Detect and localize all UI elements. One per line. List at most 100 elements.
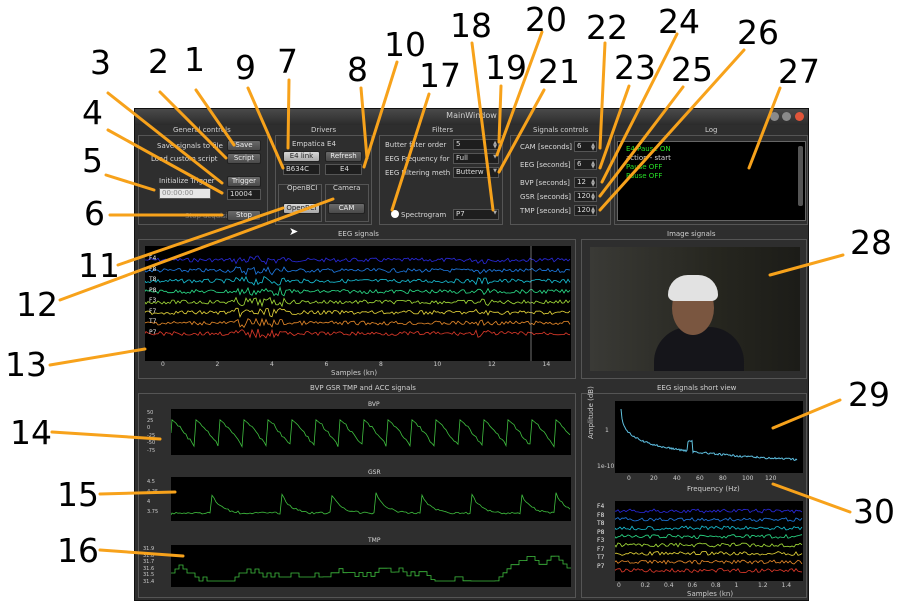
order-select[interactable]: 5 ▲ ▼ xyxy=(453,139,499,150)
save-label: Save signals to file xyxy=(157,142,223,150)
openbci-button[interactable]: OpenBCI xyxy=(283,203,320,214)
channel-select[interactable]: P7 ▼ xyxy=(453,209,499,220)
annotation-8: 8 xyxy=(347,50,368,89)
eeg-channel-label: T7 xyxy=(149,318,157,325)
tmp-seconds-label: TMP [seconds] xyxy=(520,207,571,215)
order-value: 5 xyxy=(456,140,461,148)
title-bar: MainWindow xyxy=(135,109,808,125)
minimize-icon[interactable] xyxy=(770,112,779,121)
tmp-plot[interactable] xyxy=(171,545,572,587)
eeg-x-tick: 10 xyxy=(433,361,442,368)
script-button[interactable]: Script xyxy=(227,153,261,164)
mouse-cursor-icon: ➤ xyxy=(289,225,299,238)
cam-seconds-label: CAM [seconds] xyxy=(520,143,573,151)
short-eeg-x-tick: 0.4 xyxy=(664,582,674,589)
bvp-y-tick: 0 xyxy=(147,425,151,431)
camera-label: Camera xyxy=(333,184,361,192)
short-eeg-x-tick: 0.8 xyxy=(711,582,721,589)
eeg-headset xyxy=(668,275,718,301)
tmp-seconds-input[interactable]: 120 ▲ ▼ xyxy=(574,205,597,216)
gsr-y-tick: 4 xyxy=(147,499,151,505)
gsr-seconds-input[interactable]: 120 ▲ ▼ xyxy=(574,191,597,202)
gsr-seconds-value: 120 xyxy=(577,192,591,200)
short-view-title: EEG signals short view xyxy=(657,384,737,392)
bvp-seconds-input[interactable]: 12 ▲ ▼ xyxy=(574,177,597,188)
tmp-y-tick: 31.6 xyxy=(143,565,155,572)
short-eeg-plot[interactable] xyxy=(614,501,803,581)
spectrogram-radio[interactable] xyxy=(391,210,399,218)
maximize-icon[interactable] xyxy=(782,112,791,121)
trigger-button[interactable]: Trigger xyxy=(227,176,261,187)
short-eeg-x-tick: 0.2 xyxy=(640,582,651,589)
cam-button[interactable]: CAM xyxy=(328,203,365,214)
annotation-28: 28 xyxy=(850,223,892,262)
eeg-traces xyxy=(144,246,571,361)
short-eeg-traces xyxy=(614,508,803,573)
stop-button[interactable]: Stop xyxy=(227,210,261,221)
script-label: Load custom script xyxy=(151,155,218,163)
gsr-y-tick: 4.25 xyxy=(147,489,159,495)
gsr-seconds-label: GSR [seconds] xyxy=(520,193,572,201)
trigger-time-input[interactable]: 00:00:00 xyxy=(159,188,211,199)
device-select[interactable]: B634C xyxy=(283,164,320,175)
eeg-x-tick: 6 xyxy=(324,361,329,368)
annotation-6: 6 xyxy=(84,194,105,233)
short-eeg-channel-label: F3 xyxy=(597,537,605,544)
spectrum-trace xyxy=(620,408,798,461)
short-eeg-channel-label: F7 xyxy=(597,545,605,553)
save-button[interactable]: Save xyxy=(227,140,261,151)
refresh-button[interactable]: Refresh xyxy=(325,151,362,162)
e4-field[interactable]: E4 xyxy=(325,164,362,175)
bvp-trace xyxy=(170,418,571,449)
short-eeg-trace-t7 xyxy=(614,559,803,565)
eeg-channel-label: F7 xyxy=(149,307,157,315)
spectrum-x-tick: 0 xyxy=(627,475,631,482)
short-eeg-channel-label: F4 xyxy=(597,503,605,510)
frequency-value: Full xyxy=(456,154,468,162)
annotation-4: 4 xyxy=(82,93,103,132)
short-eeg-trace-p7 xyxy=(614,567,803,573)
annotation-27: 27 xyxy=(778,52,820,91)
spectrum-y-tick: 1e-10 xyxy=(597,463,615,470)
gsr-y-tick: 3.75 xyxy=(147,509,159,515)
eeg-x-tick: 14 xyxy=(542,361,551,368)
annotation-21: 21 xyxy=(538,52,580,91)
short-eeg-x-tick: 1.2 xyxy=(758,582,768,589)
eeg-trace-t8 xyxy=(144,275,571,286)
bvp-y-tick: 50 xyxy=(147,410,154,416)
gsr-trace xyxy=(170,492,571,516)
cam-seconds-value: 6 xyxy=(577,142,582,150)
log-scrollbar[interactable] xyxy=(798,146,803,206)
short-eeg-x-tick: 1.4 xyxy=(781,582,792,589)
spectrum-y-tick: 1 xyxy=(605,427,609,434)
spectrum-x-tick: 100 xyxy=(742,475,754,482)
bvp-line xyxy=(170,418,571,449)
cam-seconds-input[interactable]: 6 ▲ ▼ xyxy=(574,141,597,152)
annotation-18: 18 xyxy=(450,6,492,45)
short-eeg-trace-f7 xyxy=(614,551,803,556)
frequency-label: EEG Frequency for xyxy=(385,155,450,163)
image-title: Image signals xyxy=(667,230,716,238)
gsr-plot[interactable] xyxy=(170,477,571,521)
bvp-plot[interactable] xyxy=(170,409,571,455)
spectrum-plot[interactable] xyxy=(615,401,803,473)
log-output[interactable]: E4 Pause ON action - start Pause OFF Pau… xyxy=(617,141,806,221)
tmp-seconds-value: 120 xyxy=(577,206,591,214)
eeg-seconds-input[interactable]: 6 ▲ ▼ xyxy=(574,159,597,170)
frequency-select[interactable]: Full ▼ xyxy=(453,153,499,164)
eeg-plot[interactable] xyxy=(144,246,571,361)
eeg-seconds-value: 6 xyxy=(577,160,582,168)
close-icon[interactable] xyxy=(795,112,804,121)
gsr-line xyxy=(170,492,571,516)
method-select[interactable]: Butterw ▼ xyxy=(453,167,499,178)
short-eeg-channel-label: P8 xyxy=(597,528,605,536)
annotation-2: 2 xyxy=(148,42,169,81)
spectrum-line-overlay xyxy=(620,408,798,461)
trigger-value-field[interactable]: 10004 xyxy=(227,189,261,200)
spectrum-ylabel: Amplitude (dB) xyxy=(587,386,595,439)
eeg-trace-f3 xyxy=(144,296,571,308)
main-window: MainWindow General controls Save signals… xyxy=(134,108,809,601)
e4-link-button[interactable]: E4 link xyxy=(283,151,320,162)
tmp-y-tick: 31.8 xyxy=(143,552,155,559)
annotation-19: 19 xyxy=(485,48,527,87)
